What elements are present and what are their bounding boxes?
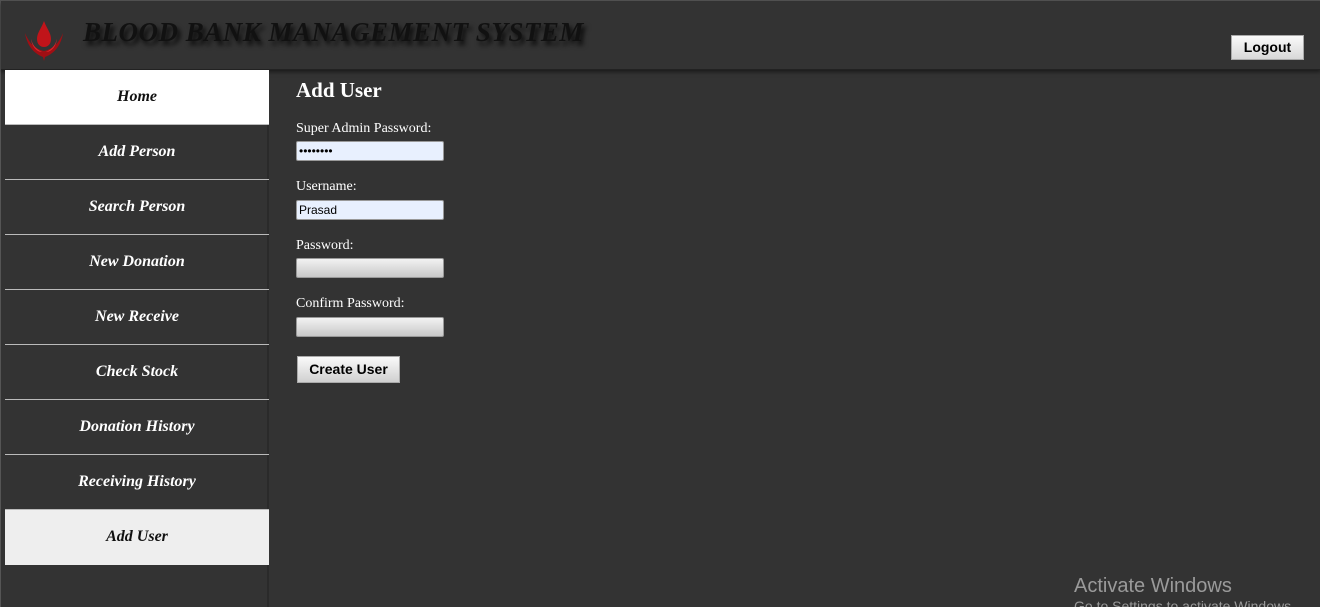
- sidebar-item-receiving-history[interactable]: Receiving History: [5, 455, 269, 510]
- add-user-form: Add User Super Admin Password: Username:…: [296, 76, 896, 396]
- sidebar-item-check-stock[interactable]: Check Stock: [5, 345, 269, 400]
- sidebar-nav: Home Add Person Search Person New Donati…: [5, 70, 269, 607]
- header-bar: BLOOD BANK MANAGEMENT SYSTEM Logout: [1, 1, 1320, 70]
- sidebar-item-donation-history[interactable]: Donation History: [5, 400, 269, 455]
- confirm-password-input[interactable]: [296, 317, 444, 337]
- watermark-title: Activate Windows: [1074, 575, 1232, 597]
- username-input[interactable]: [296, 200, 444, 220]
- watermark-subtitle: Go to Settings to activate Windows.: [1074, 598, 1295, 607]
- app-title: BLOOD BANK MANAGEMENT SYSTEM: [83, 17, 584, 47]
- sidebar-item-add-user[interactable]: Add User: [5, 510, 269, 565]
- sidebar-item-home[interactable]: Home: [5, 70, 269, 125]
- confirm-password-label: Confirm Password:: [296, 296, 405, 311]
- activate-windows-watermark: Activate Windows Go to Settings to activ…: [1074, 574, 1295, 607]
- password-input[interactable]: [296, 258, 444, 278]
- password-label: Password:: [296, 238, 354, 253]
- app-window: BLOOD BANK MANAGEMENT SYSTEM Logout Home…: [0, 0, 1320, 607]
- blood-drop-logo-icon: [25, 21, 63, 61]
- sidebar-item-search-person[interactable]: Search Person: [5, 180, 269, 235]
- username-label: Username:: [296, 179, 357, 194]
- create-user-button[interactable]: Create User: [297, 356, 400, 383]
- super-admin-password-input[interactable]: [296, 141, 444, 161]
- page-title: Add User: [296, 78, 382, 102]
- sidebar-item-new-receive[interactable]: New Receive: [5, 290, 269, 345]
- sidebar-item-new-donation[interactable]: New Donation: [5, 235, 269, 290]
- sidebar-item-add-person[interactable]: Add Person: [5, 125, 269, 180]
- super-admin-password-label: Super Admin Password:: [296, 121, 432, 136]
- logout-button[interactable]: Logout: [1231, 35, 1304, 60]
